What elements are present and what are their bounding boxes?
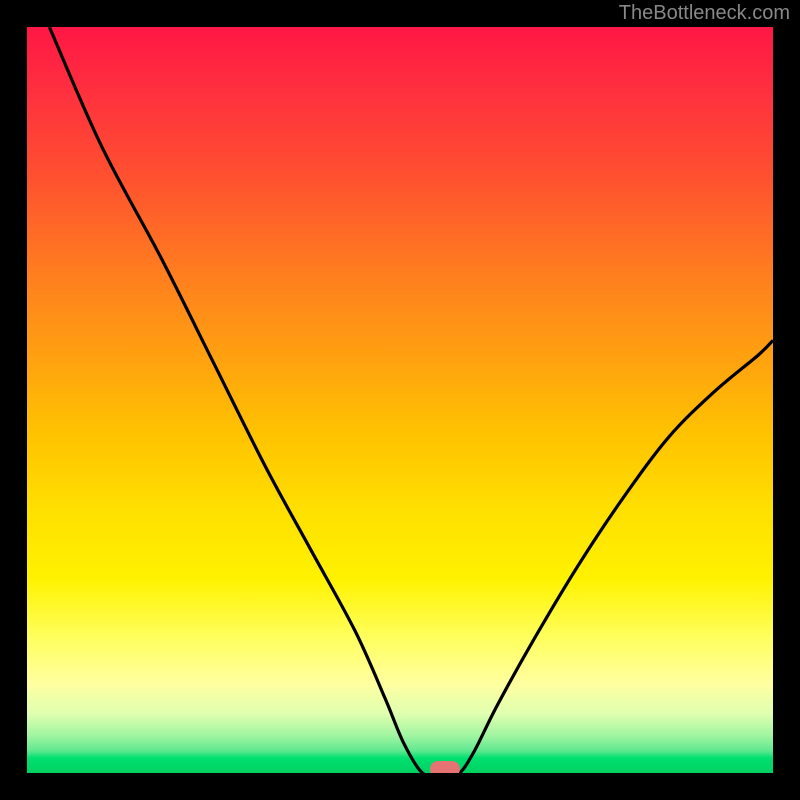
chart-wrapper: TheBottleneck.com xyxy=(0,0,800,800)
plot-area xyxy=(27,27,773,773)
bottleneck-curve xyxy=(27,27,773,773)
watermark-label: TheBottleneck.com xyxy=(619,2,790,25)
optimal-point-marker xyxy=(430,761,460,773)
curve-path xyxy=(49,27,773,773)
